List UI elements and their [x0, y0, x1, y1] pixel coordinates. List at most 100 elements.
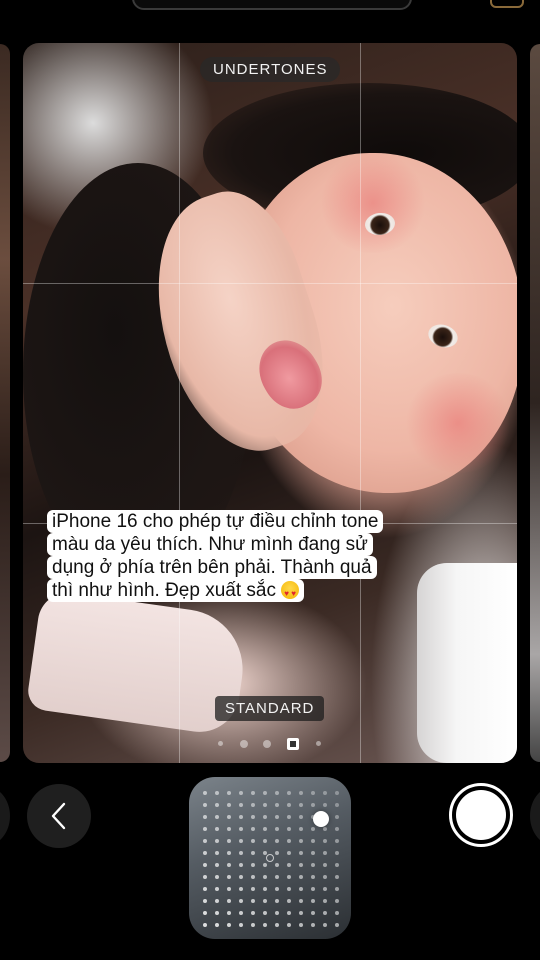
pad-grid-dot: [215, 887, 219, 891]
pad-grid-dot: [311, 851, 315, 855]
pad-grid-dot: [299, 815, 303, 819]
pad-grid-dot: [335, 887, 339, 891]
heart-eyes-emoji-icon: [281, 581, 300, 605]
pad-grid-dot: [203, 911, 207, 915]
pad-grid-dot: [299, 899, 303, 903]
pad-grid-dot: [275, 827, 279, 831]
tone-grid-pad[interactable]: [189, 777, 351, 939]
pad-grid-dot: [263, 887, 267, 891]
pad-grid-dot: [203, 875, 207, 879]
pad-grid-dot: [311, 911, 315, 915]
pad-grid-dot: [335, 863, 339, 867]
pad-grid-dot: [251, 851, 255, 855]
camera-viewfinder[interactable]: [23, 43, 517, 763]
pad-grid-dot: [215, 851, 219, 855]
pad-grid-dot: [287, 863, 291, 867]
pad-grid-dot: [311, 827, 315, 831]
pad-grid-dot: [275, 839, 279, 843]
pad-grid-dot: [287, 851, 291, 855]
pad-grid-dot: [215, 899, 219, 903]
pad-center-marker: [266, 854, 274, 862]
page-dot[interactable]: [240, 740, 248, 748]
pad-grid-dot: [251, 875, 255, 879]
page-dot[interactable]: [316, 741, 321, 746]
pad-grid-dot: [215, 923, 219, 927]
pad-grid-dot: [311, 791, 315, 795]
pad-grid-dot: [275, 911, 279, 915]
photo-region: [318, 153, 428, 253]
overlay-caption: iPhone 16 cho phép tự điều chỉnh tone mà…: [47, 510, 437, 605]
back-button[interactable]: [27, 784, 91, 848]
pad-grid-dot: [335, 851, 339, 855]
pad-grid-dot: [323, 911, 327, 915]
pad-grid-dot: [251, 803, 255, 807]
pad-grid-dot: [203, 815, 207, 819]
pad-grid-dot: [203, 827, 207, 831]
pad-grid-dot: [275, 863, 279, 867]
caption-line: iPhone 16 cho phép tự điều chỉnh tone: [47, 510, 384, 533]
pad-grid-dot: [335, 911, 339, 915]
pad-grid-dot: [323, 899, 327, 903]
pad-grid-dot: [311, 839, 315, 843]
pad-grid-dot: [251, 923, 255, 927]
pad-grid-dot: [323, 791, 327, 795]
pad-grid-dot: [299, 887, 303, 891]
pad-grid-dot: [203, 851, 207, 855]
top-control-pill[interactable]: [132, 0, 412, 10]
previous-style-preview[interactable]: [0, 44, 10, 762]
page-dot[interactable]: [263, 740, 271, 748]
pad-grid-dot: [299, 863, 303, 867]
pad-grid-dot: [215, 911, 219, 915]
pad-grid-dot: [287, 899, 291, 903]
pad-grid-dot: [227, 923, 231, 927]
pad-grid-dot: [203, 839, 207, 843]
pad-grid-dot: [215, 803, 219, 807]
top-corner-indicator: [490, 0, 524, 8]
pad-grid-dot: [263, 827, 267, 831]
pad-grid-dot: [275, 791, 279, 795]
pad-grid-dot: [299, 803, 303, 807]
pad-grid-dot: [335, 791, 339, 795]
pad-grid-dot: [227, 839, 231, 843]
pad-grid-dot: [227, 791, 231, 795]
page-dot[interactable]: [218, 741, 223, 746]
caption-line: dụng ở phía trên bên phải. Thành quả: [47, 556, 377, 579]
pad-grid-dot: [203, 887, 207, 891]
pad-grid-dot: [335, 815, 339, 819]
pad-grid-dot: [239, 803, 243, 807]
pad-grid-dot: [251, 827, 255, 831]
pad-grid-dot: [335, 803, 339, 807]
pad-grid-dot: [227, 899, 231, 903]
pad-grid-dot: [239, 887, 243, 891]
pad-grid-dot: [203, 923, 207, 927]
pad-grid-dot: [275, 815, 279, 819]
pad-grid-dot: [287, 791, 291, 795]
pad-grid-dot: [287, 815, 291, 819]
page-dot-active[interactable]: [287, 738, 299, 750]
pad-grid-dot: [239, 827, 243, 831]
pad-grid-dot: [299, 827, 303, 831]
pad-grid-dot: [299, 851, 303, 855]
pad-grid-dot: [215, 827, 219, 831]
pad-grid-dot: [323, 827, 327, 831]
pad-grid-dot: [299, 911, 303, 915]
pad-grid-dot: [215, 839, 219, 843]
tone-pad-handle[interactable]: [313, 811, 329, 827]
pad-grid-dot: [323, 839, 327, 843]
grid-line: [360, 43, 361, 763]
pad-grid-dot: [263, 791, 267, 795]
pad-grid-dot: [239, 899, 243, 903]
next-style-preview[interactable]: [530, 44, 540, 762]
shutter-button[interactable]: [449, 783, 513, 847]
pad-grid-dot: [227, 815, 231, 819]
pad-grid-dot: [275, 803, 279, 807]
pad-grid-dot: [311, 923, 315, 927]
pad-grid-dot: [239, 875, 243, 879]
pad-grid-dot: [263, 863, 267, 867]
pad-grid-dot: [323, 803, 327, 807]
pad-grid-dot: [263, 899, 267, 903]
pad-grid-dot: [239, 923, 243, 927]
pad-grid-dot: [227, 803, 231, 807]
pad-grid-dot: [239, 839, 243, 843]
grid-line: [179, 43, 180, 763]
